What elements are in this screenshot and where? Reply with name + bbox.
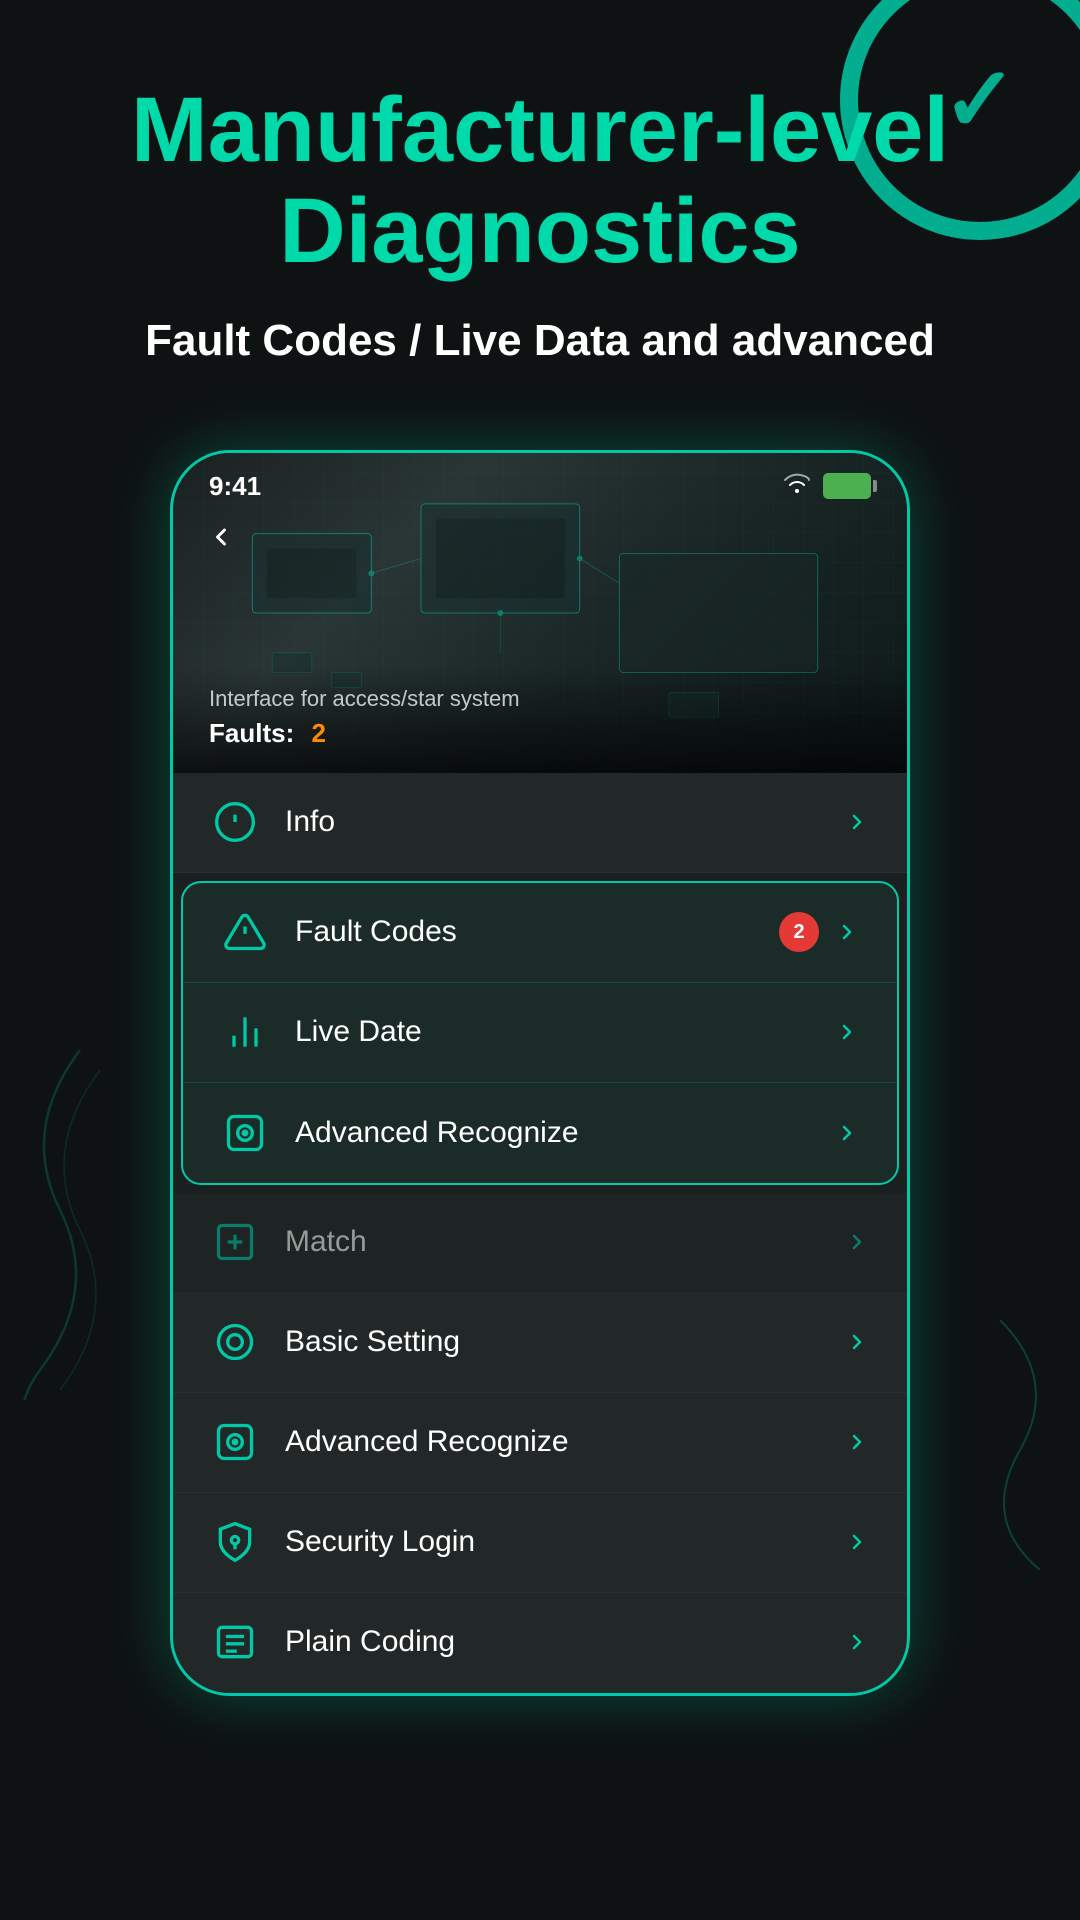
- menu-item-live-date[interactable]: Live Date: [183, 983, 897, 1083]
- menu-item-advanced-recognize[interactable]: Advanced Recognize: [173, 1393, 907, 1493]
- live-date-chevron: [833, 1018, 861, 1046]
- phone-mockup: 9:41: [170, 450, 910, 1696]
- fault-codes-label: Fault Codes: [295, 915, 779, 949]
- advanced-recognize-chevron: [843, 1428, 871, 1456]
- faults-count: 2: [311, 718, 325, 748]
- basic-setting-label: Basic Setting: [285, 1325, 843, 1359]
- advanced-recognize-highlighted-chevron: [833, 1119, 861, 1147]
- basic-setting-icon: [209, 1316, 261, 1368]
- hero-faults: Faults: 2: [209, 718, 871, 749]
- security-login-chevron: [843, 1528, 871, 1556]
- highlighted-menu-block: Fault Codes 2 Live Date: [181, 881, 899, 1185]
- menu-item-match[interactable]: Match: [173, 1193, 907, 1293]
- match-chevron: [843, 1228, 871, 1256]
- advanced-recognize-highlighted-label: Advanced Recognize: [295, 1116, 833, 1150]
- security-login-label: Security Login: [285, 1525, 843, 1559]
- plain-coding-label: Plain Coding: [285, 1625, 843, 1659]
- info-icon: [209, 796, 261, 848]
- wifi-icon: [783, 472, 811, 501]
- status-time: 9:41: [209, 471, 261, 502]
- info-chevron: [843, 808, 871, 836]
- plain-coding-chevron: [843, 1628, 871, 1656]
- fault-codes-icon: [219, 906, 271, 958]
- main-title: Manufacturer-level Diagnostics: [60, 80, 1020, 282]
- hero-subtitle: Interface for access/star system: [209, 686, 871, 712]
- subtitle: Fault Codes / Live Data and advanced: [60, 312, 1020, 369]
- status-bar: 9:41: [173, 453, 907, 512]
- status-icons: [783, 472, 871, 501]
- fault-codes-badge: 2: [779, 912, 819, 952]
- battery-icon: [823, 473, 871, 499]
- menu-item-advanced-recognize-highlighted[interactable]: Advanced Recognize: [183, 1083, 897, 1183]
- bottom-menu-list: Match Basic Setting: [173, 1193, 907, 1693]
- basic-setting-chevron: [843, 1328, 871, 1356]
- match-label: Match: [285, 1225, 843, 1259]
- menu-item-basic-setting[interactable]: Basic Setting: [173, 1293, 907, 1393]
- menu-item-security-login[interactable]: Security Login: [173, 1493, 907, 1593]
- menu-item-fault-codes[interactable]: Fault Codes 2: [183, 883, 897, 983]
- advanced-recognize-highlighted-icon: [219, 1107, 271, 1159]
- advanced-recognize-label: Advanced Recognize: [285, 1425, 843, 1459]
- advanced-recognize-icon: [209, 1416, 261, 1468]
- fault-codes-chevron: [833, 918, 861, 946]
- live-date-label: Live Date: [295, 1015, 833, 1049]
- menu-item-info[interactable]: Info: [173, 773, 907, 873]
- header-section: Manufacturer-level Diagnostics Fault Cod…: [0, 0, 1080, 410]
- security-login-icon: [209, 1516, 261, 1568]
- decorative-lines-right: [980, 1320, 1080, 1570]
- decorative-lines-left: [0, 1050, 120, 1400]
- hero-overlay: Interface for access/star system Faults:…: [173, 666, 907, 773]
- back-button[interactable]: [197, 513, 245, 561]
- match-icon: [209, 1216, 261, 1268]
- menu-item-plain-coding[interactable]: Plain Coding: [173, 1593, 907, 1693]
- plain-coding-icon: [209, 1616, 261, 1668]
- live-data-icon: [219, 1006, 271, 1058]
- info-label: Info: [285, 805, 843, 839]
